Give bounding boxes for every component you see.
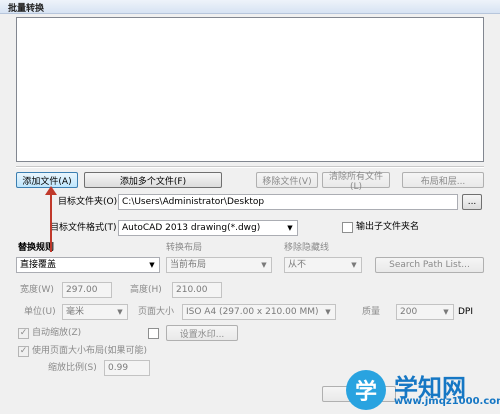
output-subfolder-label: 输出子文件夹名: [356, 222, 420, 232]
height-label: 高度(H): [130, 285, 162, 295]
replace-rule-select[interactable]: 直接覆盖 ▼: [16, 257, 160, 273]
use-page-layout-checkbox[interactable]: ✓: [18, 346, 29, 357]
convert-layout-label: 转换布局: [166, 243, 203, 253]
divider: [16, 166, 484, 168]
site-logo-icon: 学: [346, 370, 386, 410]
chevron-down-icon: ▼: [287, 224, 293, 232]
layout-and-layers-button[interactable]: 布局和层...: [402, 172, 484, 188]
remove-hidden-lines-value: 从不: [288, 260, 307, 270]
remove-hidden-lines-select[interactable]: 从不 ▼: [284, 257, 362, 273]
site-watermark-url: www.jmqz1000.com: [394, 396, 500, 407]
quality-label: 质量: [362, 307, 381, 317]
replace-rule-value: 直接覆盖: [20, 260, 57, 270]
scale-label: 缩放比例(S): [48, 363, 97, 373]
auto-zoom-checkbox[interactable]: ✓: [18, 328, 29, 339]
file-list[interactable]: [16, 17, 484, 162]
arrow-up-icon: [45, 186, 57, 195]
chevron-down-icon: ▼: [261, 261, 267, 269]
target-format-select[interactable]: AutoCAD 2013 drawing(*.dwg) ▼: [118, 220, 298, 236]
add-multiple-files-button[interactable]: 添加多个文件(F): [84, 172, 222, 188]
target-format-value: AutoCAD 2013 drawing(*.dwg): [122, 223, 261, 233]
page-size-label: 页面大小: [138, 307, 175, 317]
output-subfolder-checkbox[interactable]: [342, 222, 353, 233]
unit-value: 毫米: [66, 307, 85, 317]
auto-zoom-label: 自动缩放(Z): [32, 328, 82, 338]
remove-file-button[interactable]: 移除文件(V): [256, 172, 318, 188]
target-format-label: 目标文件格式(T): [50, 223, 117, 233]
search-path-list-button[interactable]: Search Path List...: [375, 257, 484, 273]
quality-select[interactable]: 200 ▼: [396, 304, 454, 320]
convert-layout-value: 当前布局: [170, 260, 207, 270]
use-page-layout-label: 使用页面大小布局(如果可能): [32, 346, 148, 356]
replace-rule-label: 替换规则: [18, 243, 55, 253]
chevron-down-icon: ▼: [149, 261, 155, 269]
width-input[interactable]: 297.00: [62, 282, 112, 298]
dpi-unit-label: DPI: [458, 307, 474, 317]
scale-input[interactable]: 0.99: [104, 360, 150, 376]
set-watermark-button[interactable]: 设置水印...: [166, 325, 238, 341]
chevron-down-icon: ▼: [117, 308, 123, 316]
window-title: 批量转换: [8, 4, 45, 14]
unit-label: 单位(U): [24, 307, 56, 317]
title-bar: 批量转换: [0, 0, 500, 14]
unit-select[interactable]: 毫米 ▼: [62, 304, 128, 320]
watermark-checkbox[interactable]: [148, 328, 159, 339]
page-size-value: ISO A4 (297.00 x 210.00 MM): [186, 307, 319, 317]
annotation-arrow-line: [50, 190, 52, 252]
convert-layout-select[interactable]: 当前布局 ▼: [166, 257, 272, 273]
width-label: 宽度(W): [20, 285, 54, 295]
browse-folder-button[interactable]: ...: [462, 194, 482, 210]
clear-all-files-button[interactable]: 清除所有文件(L): [322, 172, 390, 192]
target-folder-label: 目标文件夹(O): [58, 197, 118, 207]
remove-hidden-lines-label: 移除隐藏线: [284, 243, 330, 253]
quality-value: 200: [400, 307, 418, 317]
chevron-down-icon: ▼: [351, 261, 357, 269]
page-size-select[interactable]: ISO A4 (297.00 x 210.00 MM) ▼: [182, 304, 336, 320]
chevron-down-icon: ▼: [325, 308, 331, 316]
target-folder-input[interactable]: C:\Users\Administrator\Desktop: [118, 194, 458, 210]
chevron-down-icon: ▼: [443, 308, 449, 316]
height-input[interactable]: 210.00: [172, 282, 222, 298]
